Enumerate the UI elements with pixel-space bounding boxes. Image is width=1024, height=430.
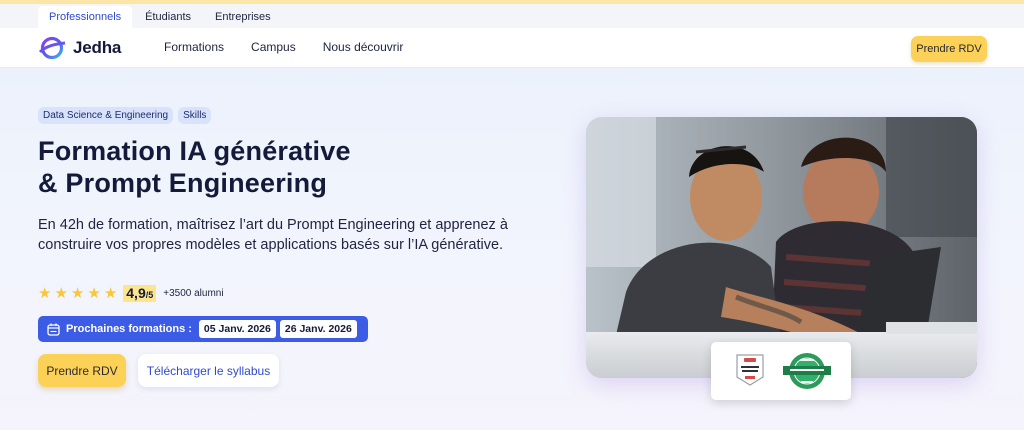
download-syllabus-button[interactable]: Télécharger le syllabus [138, 354, 279, 387]
brand-name: Jedha [73, 38, 122, 57]
session-date-2[interactable]: 26 Janv. 2026 [279, 320, 357, 338]
title-line-1: Formation IA générative [38, 136, 351, 166]
star-icon: ★ [87, 284, 101, 302]
star-icon: ★ [38, 284, 52, 302]
star-icon: ★ [103, 284, 118, 302]
title-line-2: & Prompt Engineering [38, 168, 328, 198]
audience-tab-entreprises[interactable]: Entreprises [204, 6, 282, 28]
nav-link-formations[interactable]: Formations [164, 40, 224, 54]
hero-photo [586, 117, 977, 378]
calendar-icon [47, 323, 60, 336]
chip-data-science[interactable]: Data Science & Engineering [38, 107, 174, 124]
course-report-badge-icon [736, 354, 764, 386]
star-icon: ★ [70, 284, 85, 302]
audience-tab-etudiants[interactable]: Étudiants [134, 6, 202, 28]
rating-row: ★ ★ ★ ★ ★ 4,9 /5 +3500 alumni [38, 285, 224, 302]
students-photo-illustration [586, 117, 977, 378]
hero-description: En 42h de formation, maîtrisez l’art du … [38, 217, 508, 253]
nav-link-nous-decouvrir[interactable]: Nous découvrir [323, 40, 404, 54]
category-chips: Data Science & Engineering Skills [38, 107, 216, 124]
jedha-logo-icon [38, 36, 66, 60]
jedha-logo[interactable]: Jedha [38, 35, 121, 61]
chip-skills[interactable]: Skills [178, 107, 212, 124]
hero-prendre-rdv-button[interactable]: Prendre RDV [38, 354, 126, 387]
nav-link-campus[interactable]: Campus [251, 40, 296, 54]
rating-score-scale: /5 [145, 290, 154, 300]
nav-links: Formations Campus Nous découvrir [164, 40, 430, 54]
star-icon: ★ [54, 284, 68, 302]
rating-stars: ★ ★ ★ ★ ★ [38, 284, 120, 302]
switchup-badge-icon [783, 353, 831, 389]
session-date-1[interactable]: 05 Janv. 2026 [198, 320, 276, 338]
rating-score: 4,9 /5 [123, 285, 157, 302]
main-navbar: Jedha Formations Campus Nous découvrir P… [0, 28, 1024, 68]
audience-switcher: Professionnels Étudiants Entreprises [0, 4, 1024, 28]
page-title: Formation IA générative & Prompt Enginee… [38, 135, 558, 199]
award-badges [711, 342, 851, 400]
audience-tab-professionnels[interactable]: Professionnels [38, 6, 133, 28]
next-sessions-banner: Prochaines formations : 05 Janv. 2026 26… [38, 316, 368, 342]
alumni-count: +3500 alumni [163, 288, 224, 299]
rating-score-value: 4,9 [126, 285, 146, 301]
next-sessions-label: Prochaines formations : [66, 323, 192, 335]
nav-prendre-rdv-button[interactable]: Prendre RDV [911, 36, 987, 62]
